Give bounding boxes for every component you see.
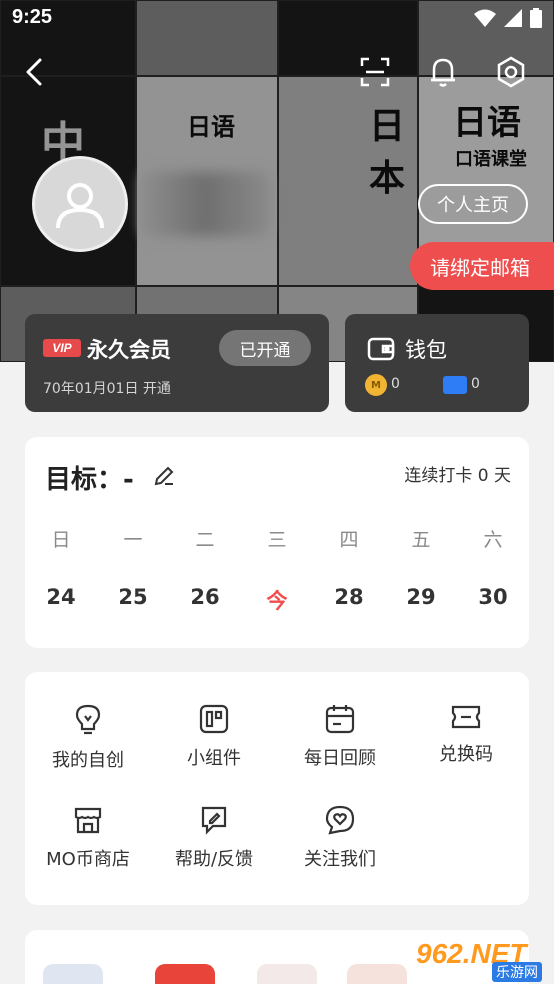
ticket-icon <box>449 704 483 730</box>
tool-label: 每日回顾 <box>304 748 376 769</box>
calendar-day[interactable]: 25 <box>97 585 169 615</box>
ticket-count: 0 <box>471 376 480 392</box>
status-bar: 9:25 <box>0 0 554 38</box>
tool-follow-us[interactable]: 关注我们 <box>277 775 403 870</box>
calendar-day[interactable]: 30 <box>457 585 529 615</box>
notification-button[interactable] <box>423 52 463 92</box>
watermark-subtitle: 乐游网 <box>492 962 542 982</box>
weekday-label: 二 <box>195 529 215 551</box>
shop-icon <box>71 805 105 835</box>
tool-widgets[interactable]: 小组件 <box>151 674 277 769</box>
settings-button[interactable] <box>491 52 531 92</box>
ticket-icon <box>443 376 467 394</box>
date-row: 24 25 26 今 28 29 30 <box>25 585 529 615</box>
battery-icon <box>530 8 542 28</box>
scan-button[interactable] <box>355 52 395 92</box>
calendar-day[interactable]: 24 <box>25 585 97 615</box>
heart-chat-icon <box>323 805 357 835</box>
tool-label: MO币商店 <box>46 849 130 870</box>
tool-mo-shop[interactable]: MO币商店 <box>25 775 151 870</box>
tool-label: 帮助/反馈 <box>174 849 254 870</box>
tool-label: 关注我们 <box>304 849 376 870</box>
user-icon <box>56 183 104 229</box>
gear-icon <box>497 56 525 88</box>
status-time: 9:25 <box>12 6 53 28</box>
tool-label: 我的自创 <box>52 750 124 771</box>
tool-help-feedback[interactable]: 帮助/反馈 <box>151 775 277 870</box>
tool-redeem-code[interactable]: 兑换码 <box>403 674 529 765</box>
weekday-label: 三 <box>267 529 287 551</box>
weekday-row: 日 一 二 三 四 五 六 <box>25 525 529 552</box>
calendar-day[interactable]: 28 <box>313 585 385 615</box>
bind-email-button[interactable]: 请绑定邮箱 <box>410 242 554 290</box>
edit-icon[interactable] <box>153 465 175 487</box>
calendar-day[interactable]: 26 <box>169 585 241 615</box>
watermark: 962.NET 乐游网 <box>412 934 554 984</box>
mo-coin-icon: M <box>365 374 387 396</box>
app-thumbnail[interactable] <box>155 964 215 984</box>
tools-card: 我的自创 小组件 每日回顾 兑换码 MO币商店 帮助/反馈 关注我们 <box>25 672 529 905</box>
tool-daily-review[interactable]: 每日回顾 <box>277 674 403 769</box>
streak-counter: 连续打卡 0 天 <box>404 466 511 486</box>
calendar-day[interactable]: 29 <box>385 585 457 615</box>
avatar[interactable] <box>32 156 128 252</box>
bell-icon <box>431 58 455 87</box>
weekday-label: 一 <box>123 529 143 551</box>
scan-icon <box>360 57 390 87</box>
goal-card: 目标：- 连续打卡 0 天 日 一 二 三 四 五 六 24 25 26 今 2… <box>25 437 529 648</box>
calendar-icon <box>323 704 357 734</box>
signal-icon <box>504 9 522 27</box>
wallet-card[interactable]: 钱包 M 0 0 <box>345 314 529 412</box>
username-blurred <box>140 172 270 236</box>
vip-status-button[interactable]: 已开通 <box>219 330 311 366</box>
vip-card[interactable]: VIP 永久会员 已开通 70年01月01日 开通 <box>25 314 329 412</box>
coin-count: 0 <box>391 376 400 392</box>
vip-date: 70年01月01日 开通 <box>43 381 171 397</box>
wallet-title: 钱包 <box>405 338 447 362</box>
weekday-label: 五 <box>411 529 431 551</box>
tool-label: 小组件 <box>187 748 241 769</box>
vip-title: 永久会员 <box>87 338 171 362</box>
weekday-label: 六 <box>483 529 503 551</box>
personal-homepage-button[interactable]: 个人主页 <box>418 184 528 224</box>
status-icons <box>474 8 542 28</box>
wallet-icon <box>367 337 395 361</box>
app-thumbnail[interactable] <box>347 964 407 984</box>
vip-badge: VIP <box>43 339 81 357</box>
feedback-icon <box>197 805 231 835</box>
weekday-label: 四 <box>339 529 359 551</box>
chevron-left-icon <box>26 58 42 86</box>
goal-label: 目标：- <box>45 465 134 495</box>
lightbulb-icon <box>71 704 105 736</box>
calendar-day-today[interactable]: 今 <box>241 585 313 615</box>
back-button[interactable] <box>14 52 54 92</box>
widget-icon <box>197 704 231 734</box>
tool-my-creations[interactable]: 我的自创 <box>25 674 151 771</box>
weekday-label: 日 <box>51 529 71 551</box>
app-thumbnail[interactable] <box>43 964 103 984</box>
wifi-icon <box>474 9 496 27</box>
tool-label: 兑换码 <box>439 744 493 765</box>
app-thumbnail[interactable] <box>257 964 317 984</box>
